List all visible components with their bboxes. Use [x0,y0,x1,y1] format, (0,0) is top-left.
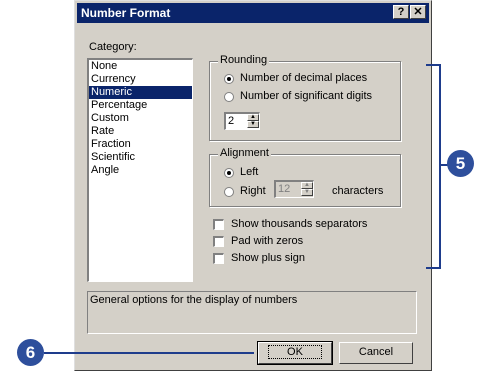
category-item-currency[interactable]: Currency [89,73,192,86]
plus-sign-label: Show plus sign [231,252,305,264]
characters-value: 12 [278,183,291,195]
rounding-group-title: Rounding [218,54,270,66]
significant-digits-radio[interactable] [224,92,234,102]
callout-5-bracket-bottom [426,267,441,269]
category-item-custom[interactable]: Custom [89,112,192,125]
decimal-places-value: 2 [228,115,235,127]
description-box: General options for the display of numbe… [87,291,417,334]
plus-sign-checkbox[interactable] [213,253,224,264]
align-right-radio[interactable] [224,187,234,197]
pad-zeros-checkbox[interactable] [213,236,224,247]
window-title: Number Format [81,6,171,20]
ok-button[interactable]: OK [257,341,333,365]
decimal-places-radio[interactable] [224,74,234,84]
spin-up-icon[interactable]: ▲ [247,114,259,121]
category-item-scientific[interactable]: Scientific [89,151,192,164]
thousands-separators-label: Show thousands separators [231,218,368,230]
description-text: General options for the display of numbe… [90,294,298,306]
spin-up-icon[interactable]: ▲ [301,182,313,189]
align-left-label: Left [240,166,259,178]
category-item-none[interactable]: None [89,60,192,73]
category-list[interactable]: None Currency Numeric Percentage Custom … [87,58,193,282]
spin-down-icon[interactable]: ▼ [301,189,313,196]
significant-digits-label: Number of significant digits [240,90,373,102]
close-button[interactable]: ✕ [410,5,426,19]
characters-spinner[interactable]: 12 ▲ ▼ [274,180,314,198]
callout-6-connector [44,352,254,354]
category-label: Category: [89,41,137,53]
category-item-angle[interactable]: Angle [89,164,192,177]
callout-6-badge: 6 [17,339,44,366]
callout-5-badge: 5 [447,150,474,177]
cancel-button-label: Cancel [358,346,394,358]
align-left-radio[interactable] [224,168,234,178]
alignment-group: Alignment Left Right 12 ▲ ▼ characters [209,147,401,207]
pad-zeros-label: Pad with zeros [231,235,304,247]
cancel-button[interactable]: Cancel [339,342,413,364]
category-item-percentage[interactable]: Percentage [89,99,192,112]
decimal-places-spinner[interactable]: 2 ▲ ▼ [224,112,260,130]
ok-button-label: OK [268,345,322,359]
thousands-separators-checkbox[interactable] [213,219,224,230]
align-right-label: Right [240,185,266,197]
characters-label: characters [332,185,384,197]
callout-5-bracket-vertical [439,64,441,269]
category-item-fraction[interactable]: Fraction [89,138,192,151]
category-item-numeric[interactable]: Numeric [89,86,192,99]
alignment-group-title: Alignment [218,147,271,159]
rounding-group: Rounding Number of decimal places Number… [209,54,401,141]
number-format-dialog: Number Format ? ✕ Category: None Currenc… [74,0,432,371]
decimal-places-label: Number of decimal places [240,72,368,84]
category-item-rate[interactable]: Rate [89,125,192,138]
help-button[interactable]: ? [393,5,409,19]
title-bar: Number Format ? ✕ [77,3,429,23]
spin-down-icon[interactable]: ▼ [247,121,259,128]
